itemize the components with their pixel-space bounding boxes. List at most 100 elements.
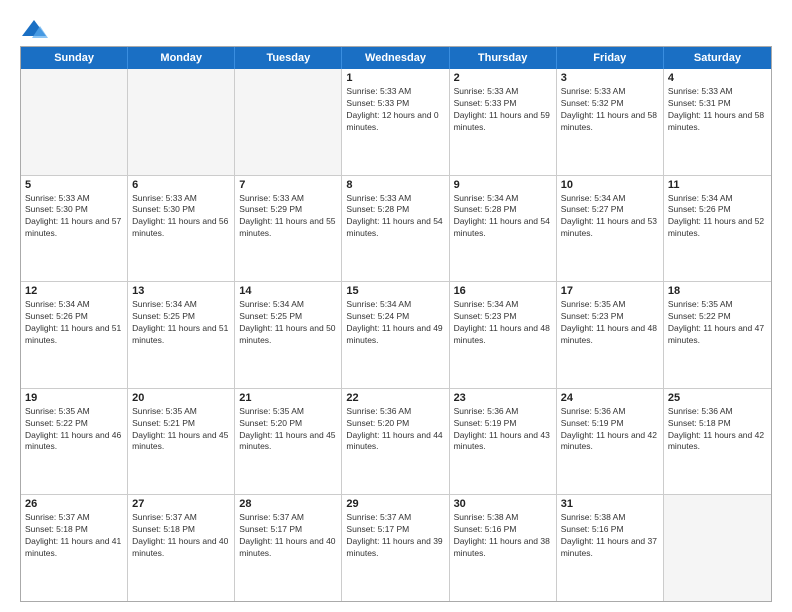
day-number: 4 — [668, 72, 767, 84]
calendar-cell: 23Sunrise: 5:36 AMSunset: 5:19 PMDayligh… — [450, 389, 557, 495]
calendar-header-row: Sunday Monday Tuesday Wednesday Thursday… — [21, 47, 771, 69]
day-number: 28 — [239, 498, 337, 510]
calendar-cell: 14 Sunrise: 5:34 AMSunset: 5:25 PMDayligh… — [235, 282, 342, 388]
day-number: 5 — [25, 179, 123, 191]
calendar-cell — [21, 69, 128, 175]
day-info: Sunrise: 5:34 AMSunset: 5:27 PMDaylight:… — [561, 193, 659, 241]
calendar: Sunday Monday Tuesday Wednesday Thursday… — [20, 46, 772, 602]
day-number: 20 — [132, 392, 230, 404]
day-number: 23 — [454, 392, 552, 404]
calendar-cell: 31 Sunrise: 5:38 AMSunset: 5:16 PMDayligh… — [557, 495, 664, 601]
day-number: 18 — [668, 285, 767, 297]
day-info: Sunrise: 5:35 AMSunset: 5:21 PMDaylight:… — [132, 406, 230, 454]
day-number: 16 — [454, 285, 552, 297]
day-info: Sunrise: 5:37 AMSunset: 5:18 PMDaylight:… — [25, 512, 123, 560]
calendar-cell: 9 Sunrise: 5:34 AMSunset: 5:28 PMDaylight… — [450, 176, 557, 282]
day-info: Sunrise: 5:36 AMSunset: 5:20 PMDaylight:… — [346, 406, 444, 454]
day-number: 21 — [239, 392, 337, 404]
calendar-cell: 16 Sunrise: 5:34 AMSunset: 5:23 PMDayligh… — [450, 282, 557, 388]
day-info: Sunrise: 5:37 AMSunset: 5:18 PMDaylight:… — [132, 512, 230, 560]
day-info: Sunrise: 5:33 AMSunset: 5:29 PMDaylight:… — [239, 193, 337, 241]
day-number: 8 — [346, 179, 444, 191]
calendar-cell: 13 Sunrise: 5:34 AMSunset: 5:25 PMDayligh… — [128, 282, 235, 388]
calendar-cell: 4 Sunrise: 5:33 AMSunset: 5:31 PMDaylight… — [664, 69, 771, 175]
day-info: Sunrise: 5:34 AMSunset: 5:24 PMDaylight:… — [346, 299, 444, 347]
calendar-cell: 20 Sunrise: 5:35 AMSunset: 5:21 PMDayligh… — [128, 389, 235, 495]
day-info: Sunrise: 5:34 AMSunset: 5:23 PMDaylight:… — [454, 299, 552, 347]
calendar-cell: 28 Sunrise: 5:37 AMSunset: 5:17 PMDayligh… — [235, 495, 342, 601]
day-info: Sunrise: 5:33 AMSunset: 5:33 PMDaylight:… — [454, 86, 552, 134]
day-info: Sunrise: 5:35 AMSunset: 5:22 PMDaylight:… — [25, 406, 123, 454]
calendar-cell: 21 Sunrise: 5:35 AMSunset: 5:20 PMDayligh… — [235, 389, 342, 495]
day-info: Sunrise: 5:34 AMSunset: 5:25 PMDaylight:… — [132, 299, 230, 347]
day-number: 29 — [346, 498, 444, 510]
day-info: Sunrise: 5:36 AMSunset: 5:19 PMDaylight:… — [561, 406, 659, 454]
calendar-week-3: 19 Sunrise: 5:35 AMSunset: 5:22 PMDayligh… — [21, 388, 771, 495]
calendar-cell: 5Sunrise: 5:33 AMSunset: 5:30 PMDaylight… — [21, 176, 128, 282]
calendar-cell: 19 Sunrise: 5:35 AMSunset: 5:22 PMDayligh… — [21, 389, 128, 495]
day-number: 14 — [239, 285, 337, 297]
calendar-cell: 10 Sunrise: 5:34 AMSunset: 5:27 PMDayligh… — [557, 176, 664, 282]
day-number: 25 — [668, 392, 767, 404]
header-thursday: Thursday — [450, 47, 557, 69]
day-number: 12 — [25, 285, 123, 297]
day-number: 1 — [346, 72, 444, 84]
calendar-week-1: 5 Sunrise: 5:33 AMSunset: 5:30 PMDaylight… — [21, 175, 771, 282]
day-number: 30 — [454, 498, 552, 510]
calendar-cell: 15 Sunrise: 5:34 AMSunset: 5:24 PMDayligh… — [342, 282, 449, 388]
calendar-cell: 25Sunrise: 5:36 AMSunset: 5:18 PMDayligh… — [664, 389, 771, 495]
day-number: 9 — [454, 179, 552, 191]
day-info: Sunrise: 5:35 AMSunset: 5:22 PMDaylight:… — [668, 299, 767, 347]
day-info: Sunrise: 5:34 AMSunset: 5:28 PMDaylight:… — [454, 193, 552, 241]
calendar-cell: 17 Sunrise: 5:35 AMSunset: 5:23 PMDayligh… — [557, 282, 664, 388]
day-info: Sunrise: 5:35 AMSunset: 5:23 PMDaylight:… — [561, 299, 659, 347]
calendar-body: 1 Sunrise: 5:33 AMSunset: 5:33 PMDaylight… — [21, 69, 771, 601]
day-number: 27 — [132, 498, 230, 510]
calendar-cell: 8 Sunrise: 5:33 AMSunset: 5:28 PMDaylight… — [342, 176, 449, 282]
day-number: 19 — [25, 392, 123, 404]
calendar-cell: 30 Sunrise: 5:38 AMSunset: 5:16 PMDayligh… — [450, 495, 557, 601]
day-number: 17 — [561, 285, 659, 297]
day-number: 31 — [561, 498, 659, 510]
logo-icon — [20, 18, 48, 40]
day-info: Sunrise: 5:34 AMSunset: 5:26 PMDaylight:… — [25, 299, 123, 347]
day-info: Sunrise: 5:37 AMSunset: 5:17 PMDaylight:… — [239, 512, 337, 560]
day-number: 10 — [561, 179, 659, 191]
day-info: Sunrise: 5:34 AMSunset: 5:26 PMDaylight:… — [668, 193, 767, 241]
day-info: Sunrise: 5:33 AMSunset: 5:33 PMDaylight:… — [346, 86, 444, 134]
calendar-cell: 1 Sunrise: 5:33 AMSunset: 5:33 PMDaylight… — [342, 69, 449, 175]
calendar-cell: 27 Sunrise: 5:37 AMSunset: 5:18 PMDayligh… — [128, 495, 235, 601]
calendar-cell — [664, 495, 771, 601]
day-number: 24 — [561, 392, 659, 404]
calendar-week-4: 26 Sunrise: 5:37 AMSunset: 5:18 PMDayligh… — [21, 494, 771, 601]
day-info: Sunrise: 5:38 AMSunset: 5:16 PMDaylight:… — [454, 512, 552, 560]
header-monday: Monday — [128, 47, 235, 69]
day-number: 22 — [346, 392, 444, 404]
calendar-cell: 26 Sunrise: 5:37 AMSunset: 5:18 PMDayligh… — [21, 495, 128, 601]
day-info: Sunrise: 5:35 AMSunset: 5:20 PMDaylight:… — [239, 406, 337, 454]
day-number: 11 — [668, 179, 767, 191]
day-info: Sunrise: 5:33 AMSunset: 5:31 PMDaylight:… — [668, 86, 767, 134]
logo — [20, 18, 52, 40]
calendar-cell — [128, 69, 235, 175]
day-info: Sunrise: 5:38 AMSunset: 5:16 PMDaylight:… — [561, 512, 659, 560]
day-number: 26 — [25, 498, 123, 510]
header-tuesday: Tuesday — [235, 47, 342, 69]
day-number: 6 — [132, 179, 230, 191]
calendar-cell: 6 Sunrise: 5:33 AMSunset: 5:30 PMDaylight… — [128, 176, 235, 282]
calendar-cell: 2Sunrise: 5:33 AMSunset: 5:33 PMDaylight… — [450, 69, 557, 175]
day-number: 7 — [239, 179, 337, 191]
calendar-week-2: 12 Sunrise: 5:34 AMSunset: 5:26 PMDayligh… — [21, 281, 771, 388]
calendar-cell: 11 Sunrise: 5:34 AMSunset: 5:26 PMDayligh… — [664, 176, 771, 282]
day-number: 15 — [346, 285, 444, 297]
day-info: Sunrise: 5:34 AMSunset: 5:25 PMDaylight:… — [239, 299, 337, 347]
calendar-cell: 3Sunrise: 5:33 AMSunset: 5:32 PMDaylight… — [557, 69, 664, 175]
header-saturday: Saturday — [664, 47, 771, 69]
calendar-week-0: 1 Sunrise: 5:33 AMSunset: 5:33 PMDaylight… — [21, 69, 771, 175]
day-info: Sunrise: 5:33 AMSunset: 5:30 PMDaylight:… — [132, 193, 230, 241]
calendar-cell: 22 Sunrise: 5:36 AMSunset: 5:20 PMDayligh… — [342, 389, 449, 495]
day-info: Sunrise: 5:33 AMSunset: 5:28 PMDaylight:… — [346, 193, 444, 241]
day-number: 13 — [132, 285, 230, 297]
day-info: Sunrise: 5:33 AMSunset: 5:32 PMDaylight:… — [561, 86, 659, 134]
page: Sunday Monday Tuesday Wednesday Thursday… — [0, 0, 792, 612]
